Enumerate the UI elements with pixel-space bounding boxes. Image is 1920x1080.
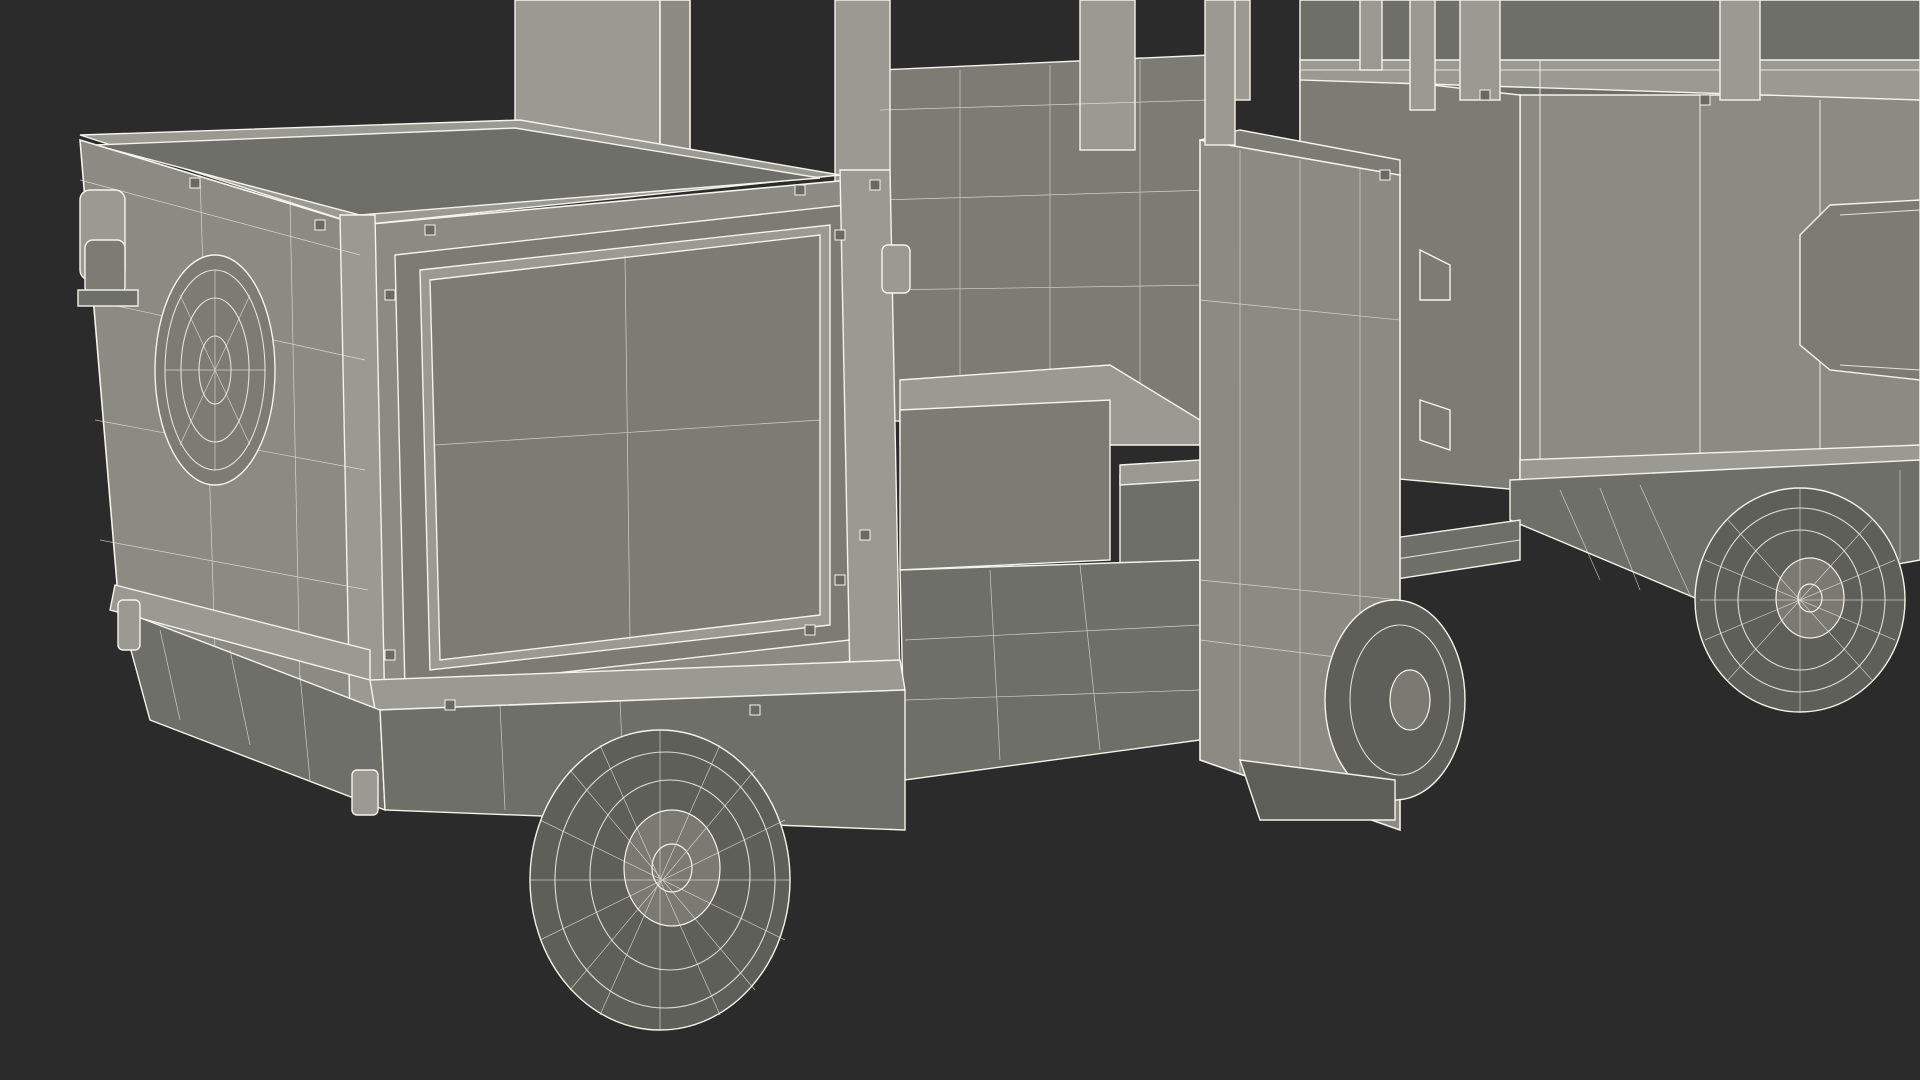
rear-wheel xyxy=(1694,487,1906,713)
porthole-window xyxy=(154,254,276,486)
wireframe-vehicle-render xyxy=(77,0,1920,1031)
coupling xyxy=(1379,519,1521,581)
render-viewport xyxy=(0,0,1920,1080)
door-handle xyxy=(881,244,911,294)
front-wheel xyxy=(529,729,791,1031)
